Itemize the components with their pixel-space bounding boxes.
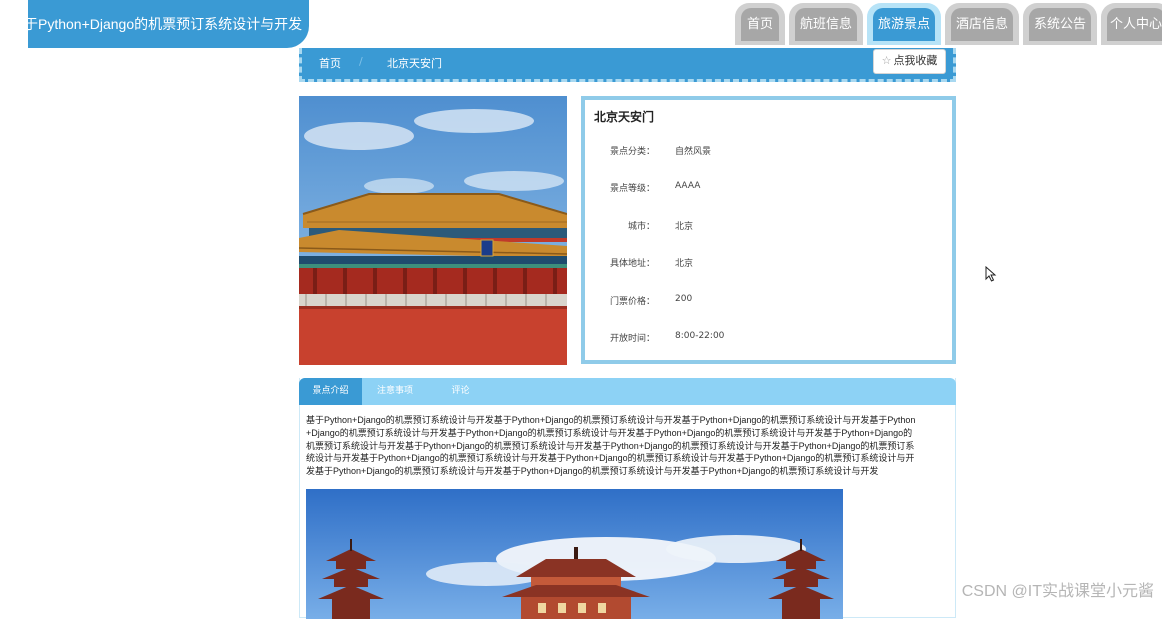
pagoda-image: [306, 489, 843, 619]
site-brand: 基于Python+Django的机票预订系统设计与开发: [0, 0, 309, 48]
tab-introduction[interactable]: 景点介绍: [299, 378, 362, 405]
nav-item-notices[interactable]: 系统公告: [1023, 3, 1097, 45]
nav-item-label: 个人中心: [1107, 8, 1162, 41]
info-value: AAAA: [675, 181, 701, 191]
breadcrumb-current: 北京天安门: [387, 57, 442, 70]
nav-item-label: 首页: [741, 8, 779, 41]
nav-item-home[interactable]: 首页: [735, 3, 785, 45]
attraction-info-panel: 北京天安门 景点分类： 自然风景 景点等级： AAAA 城市： 北京 具体地址：…: [581, 96, 956, 364]
nav-item-flights[interactable]: 航班信息: [789, 3, 863, 45]
info-label: 门票价格：: [609, 297, 655, 307]
brand-edge: [0, 0, 28, 48]
info-row-city: 城市： 北京: [585, 219, 952, 235]
introduction-text: 基于Python+Django的机票预订系统设计与开发基于Python+Djan…: [306, 415, 916, 477]
info-label: 开放时间：: [609, 334, 655, 344]
nav-item-hotels[interactable]: 酒店信息: [945, 3, 1019, 45]
info-value: 8:00-22:00: [675, 331, 725, 341]
nav-item-attractions[interactable]: 旅游景点: [867, 3, 941, 45]
attraction-photo: [299, 96, 567, 365]
nav-item-profile[interactable]: 个人中心: [1101, 3, 1162, 45]
breadcrumb: 首页 / 北京天安门 ☆ 点我收藏: [299, 48, 956, 82]
tab-strip: 景点介绍 注意事项 评论: [299, 378, 956, 405]
introduction-photo: [306, 489, 843, 619]
breadcrumb-separator: /: [359, 55, 363, 68]
info-label: 景点等级：: [609, 184, 655, 194]
breadcrumb-home-link[interactable]: 首页: [319, 55, 341, 71]
info-value: 北京: [675, 259, 694, 269]
tiananmen-image: [299, 96, 567, 365]
nav-item-label: 酒店信息: [951, 8, 1013, 41]
info-value: 自然风景: [675, 147, 712, 157]
info-row-hours: 开放时间： 8:00-22:00: [585, 331, 952, 347]
detail-tabs: 景点介绍 注意事项 评论 基于Python+Django的机票预订系统设计与开发…: [299, 378, 956, 619]
info-label: 景点分类：: [609, 147, 655, 157]
info-row-price: 门票价格： 200: [585, 294, 952, 310]
info-value: 北京: [675, 222, 694, 232]
nav-item-label: 系统公告: [1029, 8, 1091, 41]
tab-notes[interactable]: 注意事项: [362, 378, 428, 405]
info-row-level: 景点等级： AAAA: [585, 181, 952, 197]
attraction-name: 北京天安门: [594, 110, 655, 124]
star-outline-icon: ☆: [881, 54, 892, 67]
watermark: CSDN @IT实战课堂小元酱: [961, 583, 1154, 600]
tab-comments[interactable]: 评论: [438, 378, 483, 405]
mouse-cursor-icon: [985, 266, 997, 282]
info-label: 具体地址：: [609, 259, 655, 269]
info-row-address: 具体地址： 北京: [585, 256, 952, 272]
info-value: 200: [675, 294, 693, 304]
nav-item-label: 旅游景点: [873, 8, 935, 41]
favorite-button-label: 点我收藏: [893, 54, 938, 67]
favorite-button[interactable]: ☆ 点我收藏: [873, 49, 946, 74]
nav-item-label: 航班信息: [795, 8, 857, 41]
info-row-category: 景点分类： 自然风景: [585, 144, 952, 160]
site-header: 基于Python+Django的机票预订系统设计与开发 首页 航班信息 旅游景点…: [0, 0, 1162, 48]
site-title: 基于Python+Django的机票预订系统设计与开发: [10, 16, 303, 32]
info-label: 城市：: [627, 222, 655, 232]
